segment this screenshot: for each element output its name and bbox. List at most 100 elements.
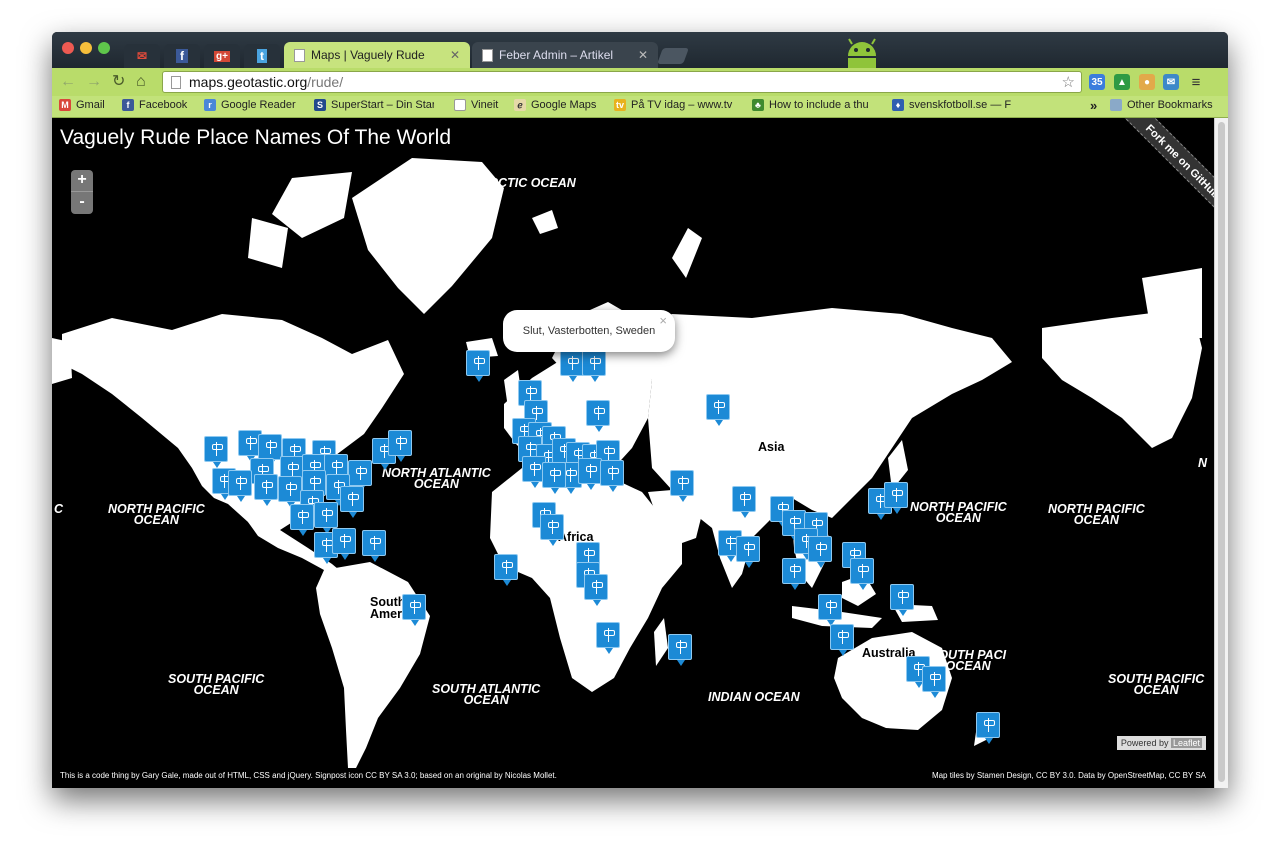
signpost-marker[interactable]	[596, 622, 620, 654]
bookmark-gmail[interactable]: M Gmail	[59, 99, 111, 111]
label-south-atlantic-ocean: SOUTH ATLANTIC OCEAN	[432, 683, 540, 707]
signpost-marker[interactable]	[668, 634, 692, 666]
signpost-icon	[410, 602, 421, 608]
close-window-button[interactable]	[62, 42, 74, 54]
signpost-marker[interactable]	[884, 482, 908, 514]
signpost-marker[interactable]	[332, 528, 356, 560]
home-icon[interactable]: ⌂	[136, 72, 146, 92]
signpost-marker[interactable]	[340, 486, 364, 518]
landmass-madagascar	[654, 618, 668, 666]
signpost-icon	[790, 566, 801, 572]
signpost-marker[interactable]	[314, 502, 338, 534]
browser-window: ✉ f g+ t Maps | Vaguely Rude ✕ Feber Adm…	[52, 32, 1228, 788]
bookmark-label: svenskfotboll.se — F	[909, 99, 1012, 111]
maximize-window-button[interactable]	[98, 42, 110, 54]
bookmark-star-icon[interactable]: ☆	[1062, 73, 1075, 91]
signpost-marker[interactable]	[540, 514, 564, 546]
bookmark-vineit[interactable]: Vineit	[454, 99, 506, 111]
signpost-marker[interactable]	[204, 436, 228, 468]
signpost-marker[interactable]	[732, 486, 756, 518]
signpost-icon	[816, 544, 827, 550]
landmass-svalbard	[532, 210, 558, 234]
label-north-pacific-ocean-east: NORTH PACIFIC OCEAN	[910, 501, 1007, 525]
map-viewport[interactable]: Vaguely Rude Place Names Of The World + …	[52, 118, 1228, 788]
reload-icon[interactable]: ↻	[112, 72, 125, 92]
forward-arrow-icon[interactable]: →	[86, 72, 102, 92]
bookmark-superstart[interactable]: S SuperStart – Din Star	[314, 99, 434, 111]
close-popup-icon[interactable]: ×	[659, 313, 667, 328]
label-edge-a: A	[1196, 466, 1206, 480]
tv-icon: tv	[614, 99, 626, 111]
minimize-window-button[interactable]	[80, 42, 92, 54]
vertical-scrollbar[interactable]	[1214, 118, 1228, 788]
signpost-marker[interactable]	[542, 462, 566, 494]
signpost-marker[interactable]	[830, 624, 854, 656]
pinned-tab-twitter[interactable]: t	[244, 44, 280, 68]
leaflet-attribution[interactable]: Powered by Leaflet	[1116, 736, 1206, 750]
signpost-marker[interactable]	[290, 504, 314, 536]
close-tab-icon[interactable]: ✕	[450, 48, 460, 62]
signpost-marker[interactable]	[706, 394, 730, 426]
signpost-marker[interactable]	[362, 530, 386, 562]
bookmark-svenskfotboll[interactable]: ♦ svenskfotboll.se — F	[892, 99, 1020, 111]
calendar-extension-icon[interactable]: 35	[1089, 74, 1105, 90]
bookmark-google-maps[interactable]: ℯ Google Maps	[514, 99, 604, 111]
owl-extension-icon[interactable]: ●	[1139, 74, 1155, 90]
signpost-marker[interactable]	[782, 558, 806, 590]
signpost-marker[interactable]	[278, 476, 302, 508]
signpost-marker[interactable]	[466, 350, 490, 382]
zoom-in-button[interactable]: +	[71, 170, 93, 192]
signpost-marker[interactable]	[736, 536, 760, 568]
signpost-marker[interactable]	[584, 574, 608, 606]
signpost-marker[interactable]	[808, 536, 832, 568]
close-tab-icon[interactable]: ✕	[638, 48, 648, 62]
signpost-marker[interactable]	[818, 594, 842, 626]
signpost-marker[interactable]	[890, 584, 914, 616]
signpost-marker[interactable]	[922, 666, 946, 698]
tab-feber-admin[interactable]: Feber Admin – Artikel ✕	[472, 42, 658, 68]
signpost-marker[interactable]	[402, 594, 426, 626]
bookmark-google-reader[interactable]: r Google Reader	[204, 99, 304, 111]
signpost-marker[interactable]	[228, 470, 252, 502]
folder-icon	[1110, 99, 1122, 111]
signpost-marker[interactable]	[850, 558, 874, 590]
new-tab-button[interactable]	[657, 48, 689, 64]
zoom-control: + -	[71, 170, 93, 214]
label-edge-c: C	[54, 502, 64, 516]
signpost-marker[interactable]	[586, 400, 610, 432]
ocean-label-line: OCEAN	[413, 477, 459, 491]
leaflet-link[interactable]: Leaflet	[1170, 738, 1202, 748]
pinned-tab-gmail[interactable]: ✉	[124, 44, 160, 68]
back-arrow-icon[interactable]: ←	[60, 72, 76, 92]
signpost-marker[interactable]	[348, 460, 372, 492]
pinned-tab-google-plus[interactable]: g+	[204, 44, 240, 68]
zoom-out-button[interactable]: -	[71, 192, 93, 213]
bookmark-pa-tv-idag[interactable]: tv På TV idag – www.tv	[614, 99, 738, 111]
signpost-marker[interactable]	[388, 430, 412, 462]
bookmark-how-to-include[interactable]: ♣ How to include a thu	[752, 99, 878, 111]
signpost-marker[interactable]	[600, 460, 624, 492]
tab-title: Maps | Vaguely Rude	[311, 48, 425, 62]
more-bookmarks-chevron-icon[interactable]: »	[1090, 98, 1097, 113]
signpost-marker[interactable]	[494, 554, 518, 586]
signpost-marker[interactable]	[670, 470, 694, 502]
signpost-marker[interactable]	[578, 458, 602, 490]
tab-maps-vaguely-rude[interactable]: Maps | Vaguely Rude ✕	[284, 42, 470, 68]
other-bookmarks-folder[interactable]: Other Bookmarks	[1110, 99, 1226, 111]
scrollbar-thumb[interactable]	[1218, 122, 1225, 782]
bookmark-facebook[interactable]: f Facebook	[122, 99, 192, 111]
signpost-marker[interactable]	[976, 712, 1000, 744]
signpost-marker[interactable]	[258, 434, 282, 466]
address-bar[interactable]: maps.geotastic.org/rude/ ☆	[162, 71, 1082, 93]
menu-icon[interactable]: ≡	[1188, 74, 1204, 91]
signpost-marker[interactable]	[582, 350, 606, 382]
mail-extension-icon[interactable]: ✉	[1163, 74, 1179, 90]
pinned-tab-facebook[interactable]: f	[164, 44, 200, 68]
signpost-marker[interactable]	[560, 350, 584, 382]
android-theme-icon	[848, 38, 876, 68]
signpost-icon	[892, 490, 903, 496]
drive-extension-icon[interactable]: ▲	[1114, 74, 1130, 90]
signpost-marker[interactable]	[254, 474, 278, 506]
ocean-label-line: OCEAN	[935, 511, 981, 525]
bookmark-label: Google Reader	[221, 99, 296, 111]
